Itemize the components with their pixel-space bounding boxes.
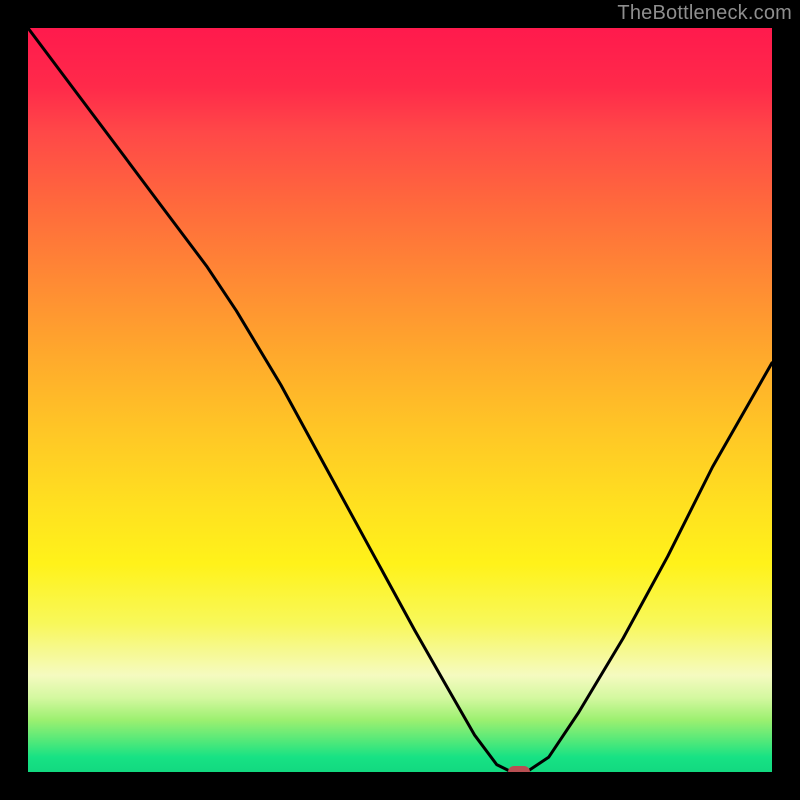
chart-frame: TheBottleneck.com bbox=[0, 0, 800, 800]
bottleneck-curve bbox=[28, 28, 772, 772]
watermark-text: TheBottleneck.com bbox=[617, 2, 792, 25]
optimal-marker bbox=[508, 766, 530, 772]
plot-area bbox=[28, 28, 772, 772]
